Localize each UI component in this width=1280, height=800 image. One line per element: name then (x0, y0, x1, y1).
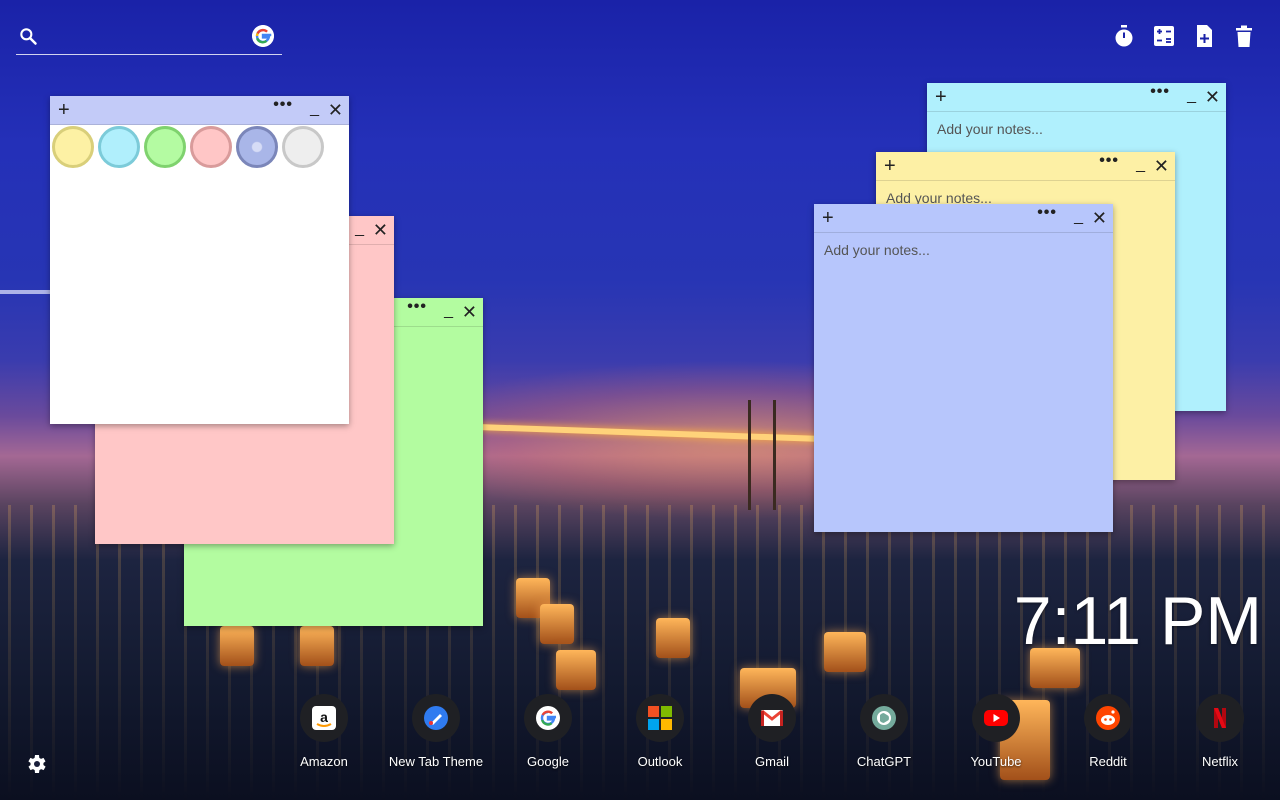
search-input[interactable] (52, 24, 256, 52)
top-actions (1112, 24, 1256, 48)
clock: 7:11 PM (1013, 583, 1262, 659)
app-label: Netflix (1201, 754, 1239, 769)
netflix-icon (1196, 694, 1244, 742)
outlook-icon (636, 694, 684, 742)
more-options-icon[interactable]: ••• (1099, 152, 1119, 170)
close-button[interactable]: ✕ (373, 220, 388, 241)
wallpaper-piling (824, 632, 866, 672)
minimize-button[interactable]: _ (444, 302, 453, 320)
app-label: YouTube (970, 754, 1022, 769)
wallpaper-bridge-tower (748, 400, 776, 510)
app-label: Google (527, 754, 569, 769)
color-swatch[interactable] (282, 126, 324, 168)
color-swatch[interactable] (144, 126, 186, 168)
app-label: Outlook (637, 754, 683, 769)
wallpaper-piling (540, 604, 574, 644)
more-options-icon[interactable]: ••• (407, 298, 427, 316)
color-swatch[interactable] (190, 126, 232, 168)
search-icon[interactable] (18, 26, 38, 46)
more-options-icon[interactable]: ••• (1150, 83, 1170, 101)
app-label: Amazon (300, 754, 348, 769)
search-bar (16, 20, 282, 55)
app-label: New Tab Theme (388, 754, 484, 769)
sticky-note-blue: + ••• _ ✕ (814, 204, 1113, 532)
note-textarea[interactable] (822, 240, 1105, 524)
new-tab-theme-icon (412, 694, 460, 742)
wallpaper-piling (556, 650, 596, 690)
app-shortcuts: a Amazon New Tab Theme Google Outlook Gm… (268, 694, 1276, 769)
close-button[interactable]: ✕ (1205, 87, 1220, 108)
close-button[interactable]: ✕ (328, 100, 343, 121)
close-button[interactable]: ✕ (1154, 156, 1169, 177)
youtube-icon (972, 694, 1020, 742)
svg-text:a: a (320, 709, 328, 725)
color-swatch[interactable] (98, 126, 140, 168)
chatgpt-icon (860, 694, 908, 742)
close-button[interactable]: ✕ (462, 302, 477, 323)
add-note-button[interactable]: + (935, 87, 947, 107)
minimize-button[interactable]: _ (1187, 87, 1196, 105)
add-note-button[interactable]: + (58, 100, 70, 120)
app-shortcut-netflix[interactable]: Netflix (1164, 694, 1276, 769)
add-note-button[interactable]: + (822, 208, 834, 228)
reddit-icon (1084, 694, 1132, 742)
gear-icon[interactable] (24, 752, 48, 776)
note-header (814, 204, 1113, 233)
note-header (50, 96, 349, 125)
wallpaper-piling (220, 626, 254, 666)
more-options-icon[interactable]: ••• (1037, 204, 1057, 222)
app-shortcut-google[interactable]: Google (492, 694, 604, 769)
wallpaper-piling (656, 618, 690, 658)
app-shortcut-amazon[interactable]: a Amazon (268, 694, 380, 769)
app-shortcut-gmail[interactable]: Gmail (716, 694, 828, 769)
minimize-button[interactable]: _ (310, 100, 319, 118)
app-shortcut-reddit[interactable]: Reddit (1052, 694, 1164, 769)
delete-icon[interactable] (1232, 24, 1256, 48)
app-shortcut-outlook[interactable]: Outlook (604, 694, 716, 769)
minimize-button[interactable]: _ (1074, 208, 1083, 226)
app-label: Gmail (755, 754, 789, 769)
app-shortcut-youtube[interactable]: YouTube (940, 694, 1052, 769)
note-header (927, 83, 1226, 112)
wallpaper-piling (300, 626, 334, 666)
add-note-icon[interactable] (1192, 24, 1216, 48)
color-swatches (50, 124, 326, 170)
gmail-icon (748, 694, 796, 742)
note-header (876, 152, 1175, 181)
amazon-icon: a (300, 694, 348, 742)
google-icon[interactable] (252, 25, 274, 47)
app-shortcut-chatgpt[interactable]: ChatGPT (828, 694, 940, 769)
minimize-button[interactable]: _ (355, 220, 364, 238)
add-note-button[interactable]: + (884, 156, 896, 176)
more-options-icon[interactable]: ••• (273, 96, 293, 114)
sticky-note-color-picker: + ••• _ ✕ (50, 96, 349, 424)
google-icon (524, 694, 572, 742)
app-shortcut-new-tab-theme[interactable]: New Tab Theme (380, 694, 492, 769)
app-label: ChatGPT (856, 754, 912, 769)
color-swatch[interactable] (236, 126, 278, 168)
color-swatch[interactable] (52, 126, 94, 168)
timer-icon[interactable] (1112, 24, 1136, 48)
app-label: Reddit (1089, 754, 1127, 769)
calculator-icon[interactable] (1152, 24, 1176, 48)
close-button[interactable]: ✕ (1092, 208, 1107, 229)
minimize-button[interactable]: _ (1136, 156, 1145, 174)
